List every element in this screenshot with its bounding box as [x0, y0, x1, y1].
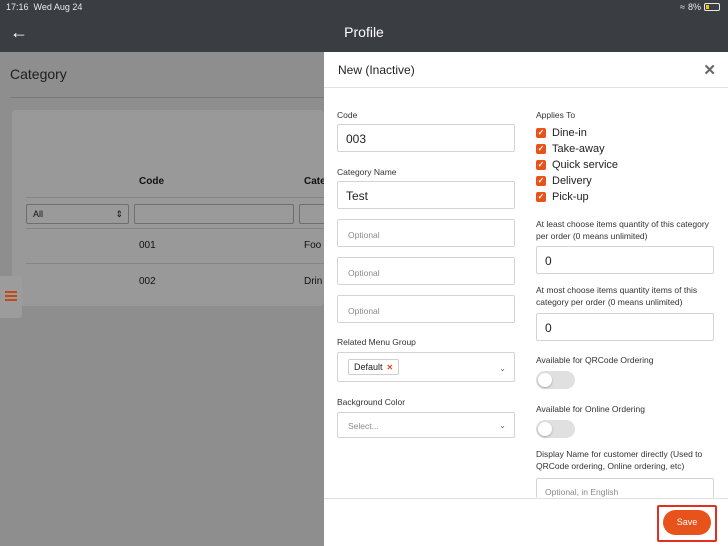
- column-header-category: Cate: [304, 176, 326, 187]
- battery-percent: 8%: [687, 2, 701, 12]
- related-menu-group-select[interactable]: Default ✕ ⌄: [337, 352, 515, 382]
- background-color-label: Background Color: [337, 397, 406, 407]
- optional-input-2[interactable]: Optional: [337, 257, 515, 285]
- filter-select[interactable]: All ⇕: [26, 204, 129, 224]
- applies-to-label: Applies To: [536, 110, 576, 120]
- menu-group-tag: Default ✕: [348, 359, 400, 375]
- checkbox-quick-service[interactable]: ✓ Quick service: [536, 159, 641, 172]
- table-row-category: Drin: [304, 276, 323, 287]
- checkbox-pick-up[interactable]: ✓ Pick-up: [536, 191, 641, 204]
- checkbox-take-away[interactable]: ✓ Take-away: [536, 143, 641, 156]
- modal-title: New (Inactive): [338, 63, 415, 77]
- table-row-code: 001: [139, 240, 156, 251]
- divider: [26, 228, 324, 229]
- check-icon: ✓: [536, 160, 546, 170]
- related-menu-group-label: Related Menu Group: [337, 337, 416, 347]
- check-icon: ✓: [536, 192, 546, 202]
- page-title: Profile: [344, 24, 384, 40]
- code-input[interactable]: 003: [337, 124, 515, 152]
- modal-footer: Save: [324, 498, 728, 546]
- wifi-icon: ≈: [680, 2, 685, 12]
- table-row-code: 002: [139, 276, 156, 287]
- status-time: 17:16: [6, 2, 29, 12]
- online-ordering-toggle[interactable]: [536, 420, 575, 438]
- category-name-input[interactable]: Test: [337, 181, 515, 209]
- background-color-select[interactable]: Select... ⌄: [337, 412, 515, 438]
- hamburger-menu-button[interactable]: [0, 276, 22, 318]
- min-qty-label: At least choose items quantity of this c…: [536, 219, 709, 241]
- category-title: Category: [10, 66, 67, 82]
- chevron-updown-icon: ⇕: [115, 209, 123, 219]
- qrcode-ordering-label: Available for QRCode Ordering: [536, 355, 654, 365]
- check-icon: ✓: [536, 128, 546, 138]
- modal-header: New (Inactive) ✕: [324, 52, 728, 88]
- divider: [26, 263, 324, 264]
- chevron-down-icon: ⌄: [499, 421, 506, 430]
- close-icon[interactable]: ✕: [703, 61, 716, 79]
- qrcode-ordering-toggle[interactable]: [536, 371, 575, 389]
- divider: [26, 197, 324, 198]
- battery-icon: [704, 3, 720, 11]
- divider: [10, 97, 324, 98]
- chevron-down-icon: ⌄: [499, 364, 506, 373]
- check-icon: ✓: [536, 176, 546, 186]
- max-qty-input[interactable]: 0: [536, 313, 714, 341]
- save-button[interactable]: Save: [663, 510, 711, 535]
- check-icon: ✓: [536, 144, 546, 154]
- min-qty-input[interactable]: 0: [536, 246, 714, 274]
- toggle-knob: [538, 373, 552, 387]
- nav-bar: ← Profile: [0, 14, 728, 52]
- category-filter-input[interactable]: [299, 204, 324, 224]
- display-name-label: Display Name for customer directly (Used…: [536, 449, 703, 471]
- table-row-category: Foo: [304, 240, 322, 251]
- checkbox-delivery[interactable]: ✓ Delivery: [536, 175, 641, 188]
- category-name-label: Category Name: [337, 167, 397, 177]
- category-modal: New (Inactive) ✕ Code 003 Category Name …: [324, 52, 728, 546]
- status-bar: 17:16 Wed Aug 24 ≈ 8%: [0, 0, 728, 14]
- remove-tag-icon[interactable]: ✕: [387, 363, 394, 372]
- code-label: Code: [337, 110, 358, 120]
- max-qty-label: At most choose items quantity items of t…: [536, 285, 698, 307]
- display-name-input[interactable]: Optional, in English: [536, 478, 714, 498]
- toggle-knob: [538, 422, 552, 436]
- status-date: Wed Aug 24: [33, 2, 83, 12]
- code-filter-input[interactable]: [134, 204, 294, 224]
- checkbox-dine-in[interactable]: ✓ Dine-in: [536, 127, 641, 140]
- column-header-code: Code: [139, 176, 164, 187]
- optional-input-1[interactable]: Optional: [337, 219, 515, 247]
- optional-input-3[interactable]: Optional: [337, 295, 515, 323]
- hamburger-icon: [5, 291, 17, 293]
- online-ordering-label: Available for Online Ordering: [536, 404, 645, 414]
